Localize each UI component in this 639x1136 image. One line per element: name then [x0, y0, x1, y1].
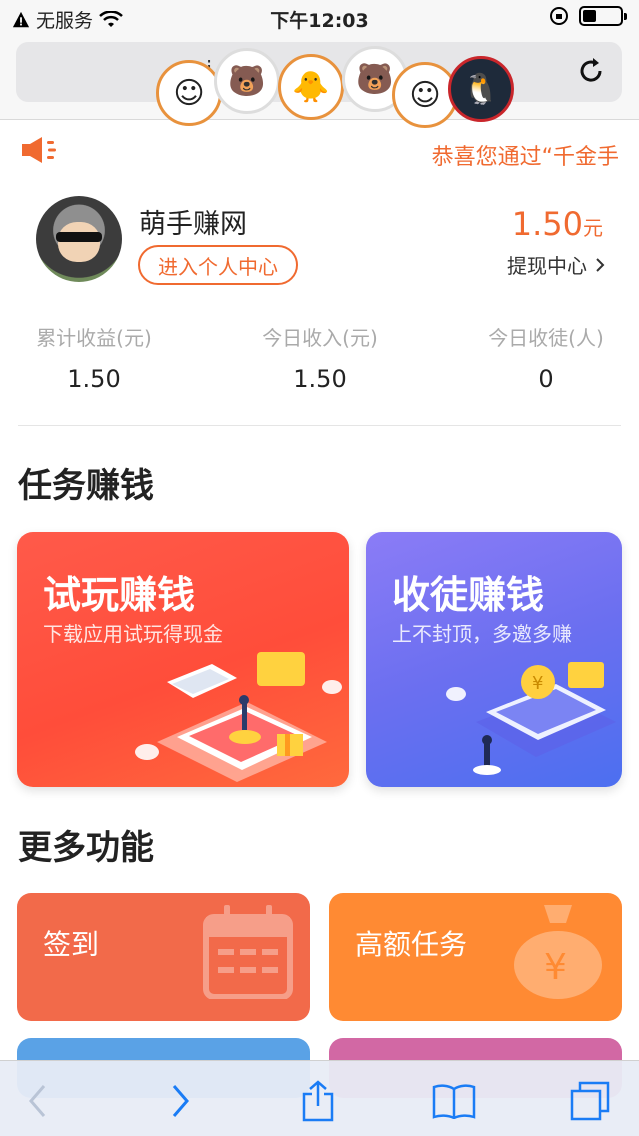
avatar-glasses — [56, 232, 102, 242]
chevron-right-icon — [172, 1085, 189, 1117]
svg-text:¥: ¥ — [532, 673, 543, 694]
stat-today-income: 今日收入(元) 1.50 — [240, 322, 400, 393]
tile-title: 签到 — [43, 928, 100, 961]
phone-illustration-icon — [135, 652, 342, 782]
forward-button[interactable] — [158, 1079, 202, 1123]
coin-phone-illustration-icon: ¥ — [446, 662, 616, 775]
status-time: 下午12:03 — [270, 10, 369, 32]
divider — [18, 425, 621, 426]
calendar-icon — [203, 905, 293, 999]
withdraw-center-link[interactable]: 提现中心 — [507, 250, 605, 279]
share-icon — [302, 1080, 334, 1122]
username: 萌手赚网 — [139, 209, 247, 240]
battery-icon — [579, 6, 627, 26]
stat-total-earnings: 累计收益(元) 1.50 — [14, 322, 174, 393]
bookmarks-button[interactable] — [432, 1079, 476, 1123]
balance-unit: 元 — [583, 216, 603, 240]
stat-value: 1.50 — [67, 365, 121, 393]
chevron-right-icon — [596, 257, 605, 272]
stat-label: 今日收入(元) — [262, 326, 378, 350]
high-reward-task-tile[interactable]: 高额任务 ¥ — [329, 893, 622, 1021]
notice-bar: 恭喜您通过“千金手 — [0, 121, 639, 183]
reload-icon[interactable] — [574, 54, 608, 88]
balance: 1.50元 — [512, 205, 603, 243]
stat-label: 累计收益(元) — [36, 326, 152, 350]
withdraw-label: 提现中心 — [507, 254, 587, 278]
balance-value: 1.50 — [511, 205, 583, 243]
tile-title: 高额任务 — [355, 928, 468, 961]
tabs-icon — [570, 1081, 610, 1121]
boy-sticker-icon: ☺ — [156, 60, 222, 126]
money-bag-icon: ¥ — [514, 905, 602, 999]
enter-profile-button[interactable]: 进入个人中心 — [138, 245, 298, 285]
notice-text: 恭喜您通过“千金手 — [431, 145, 619, 170]
avatar[interactable] — [36, 196, 122, 282]
share-button[interactable] — [296, 1079, 340, 1123]
browser-toolbar — [0, 1060, 639, 1136]
stat-value: 0 — [538, 365, 554, 393]
chevron-left-icon — [29, 1085, 46, 1117]
status-right — [549, 6, 627, 26]
penguin-sticker-icon: 🐧 — [448, 56, 514, 122]
duck-sticker-icon: 🐥 — [278, 54, 344, 120]
stat-label: 今日收徒(人) — [488, 326, 604, 350]
back-button[interactable] — [16, 1079, 60, 1123]
avatar-face — [58, 222, 100, 262]
card-title: 收徒赚钱 — [392, 573, 545, 617]
sign-in-tile[interactable]: 签到 — [17, 893, 310, 1021]
trial-earn-card[interactable]: 试玩赚钱 下载应用试玩得现金 — [17, 532, 349, 787]
stat-value: 1.50 — [293, 365, 347, 393]
card-subtitle: 上不封顶，多邀多赚 — [392, 622, 572, 646]
bear-sticker-icon: 🐻 — [214, 48, 280, 114]
rotation-lock-icon — [550, 7, 568, 25]
section-title-tasks: 任务赚钱 — [18, 466, 154, 506]
sticker-overlay: ☺ 🐻 🐥 🐻 ☺ 🐧 — [152, 44, 522, 128]
status-bar: 无服务 下午12:03 — [0, 0, 639, 36]
speaker-icon — [22, 137, 56, 163]
svg-text:¥: ¥ — [544, 947, 567, 988]
recruit-earn-card[interactable]: 收徒赚钱 上不封顶，多邀多赚 ¥ — [366, 532, 622, 787]
stat-today-recruits: 今日收徒(人) 0 — [466, 322, 626, 393]
section-title-more: 更多功能 — [18, 828, 154, 868]
book-icon — [432, 1084, 476, 1119]
tabs-button[interactable] — [568, 1079, 612, 1123]
card-title: 试玩赚钱 — [43, 573, 196, 617]
